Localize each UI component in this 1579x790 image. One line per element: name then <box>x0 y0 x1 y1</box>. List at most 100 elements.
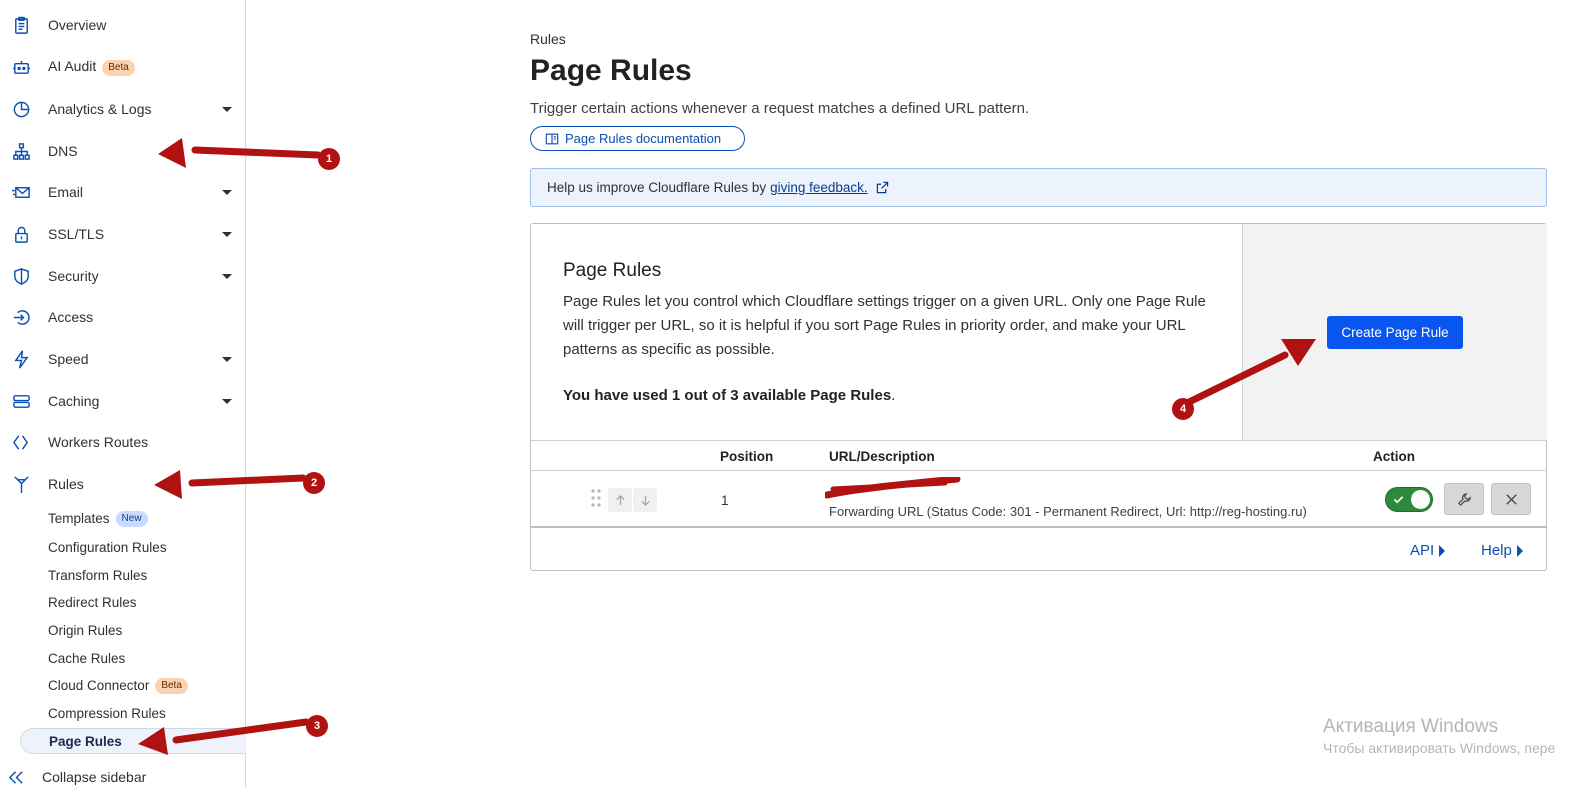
external-link-icon[interactable] <box>876 181 889 194</box>
access-icon <box>11 307 31 327</box>
api-link[interactable]: API <box>1410 542 1446 559</box>
sidebar-subitem-label: Origin Rules <box>48 622 123 638</box>
sidebar-item-label: Access <box>48 309 94 325</box>
sidebar-item-label: Security <box>48 268 99 284</box>
new-badge: New <box>115 511 148 528</box>
api-link-label: API <box>1410 542 1435 559</box>
feedback-link[interactable]: giving feedback. <box>770 180 868 195</box>
sidebar-item-caching[interactable]: Caching <box>0 381 245 421</box>
collapse-sidebar-label: Collapse sidebar <box>42 769 147 785</box>
sidebar-item-speed[interactable]: Speed <box>0 339 245 379</box>
sidebar-item-workers-routes[interactable]: Workers Routes <box>0 422 245 462</box>
network-icon <box>11 141 31 161</box>
lock-icon <box>11 224 31 244</box>
rule-description: Forwarding URL (Status Code: 301 - Perma… <box>829 504 1307 519</box>
sidebar-subitem-page-rules[interactable]: Page Rules <box>20 728 246 754</box>
sidebar-subitem-label: Redirect Rules <box>48 594 137 610</box>
sidebar-item-ai-audit[interactable]: AI Audit Beta <box>0 47 245 87</box>
chevron-down-icon[interactable] <box>222 148 232 154</box>
workers-icon <box>11 432 31 452</box>
delete-rule-button[interactable] <box>1491 483 1531 515</box>
sidebar-item-security[interactable]: Security <box>0 256 245 296</box>
card-title: Page Rules <box>563 260 662 281</box>
collapse-sidebar-button[interactable]: Collapse sidebar <box>0 764 245 790</box>
toggle-knob <box>1411 490 1430 509</box>
caret-right-icon <box>1516 544 1523 557</box>
column-header-action: Action <box>1373 449 1415 464</box>
sidebar-item-email[interactable]: Email <box>0 172 245 212</box>
sidebar-item-access[interactable]: Access <box>0 297 245 337</box>
usage-text: You have used 1 out of 3 available Page … <box>563 387 895 404</box>
sidebar-item-label: Overview <box>48 17 107 33</box>
sidebar-item-label: Caching <box>48 393 100 409</box>
shield-icon <box>11 266 31 286</box>
help-link[interactable]: Help <box>1481 542 1523 559</box>
windows-activation-text: Чтобы активировать Windows, пере <box>1323 740 1556 756</box>
sidebar-subitem-configuration-rules[interactable]: Configuration Rules <box>0 534 245 560</box>
page-rules-card: Page Rules Page Rules let you control wh… <box>530 223 1547 571</box>
create-page-rule-button[interactable]: Create Page Rule <box>1327 316 1463 349</box>
sidebar-subitem-compression-rules[interactable]: Compression Rules <box>0 700 245 726</box>
drag-handle-icon[interactable] <box>591 488 601 508</box>
sidebar-item-rules[interactable]: Rules <box>0 464 245 504</box>
sidebar-subitem-cloud-connector[interactable]: Cloud Connector Beta <box>0 673 245 699</box>
wrench-icon <box>1457 492 1471 506</box>
double-chevron-left-icon <box>6 767 26 787</box>
sidebar-item-label: SSL/TLS <box>48 226 105 242</box>
sidebar-item-dns[interactable]: DNS <box>0 131 245 171</box>
chevron-down-icon[interactable] <box>222 189 232 195</box>
doc-button-label: Page Rules documentation <box>565 131 722 146</box>
sidebar-item-label: Workers Routes <box>48 434 149 450</box>
edit-rule-button[interactable] <box>1444 483 1484 515</box>
sidebar-subitem-templates[interactable]: Templates New <box>0 506 245 532</box>
storage-icon <box>11 391 31 411</box>
sidebar-subitem-cache-rules[interactable]: Cache Rules <box>0 645 245 671</box>
sidebar-subitem-label: Page Rules <box>49 733 122 749</box>
sidebar-item-label: DNS <box>48 143 78 159</box>
arrow-down-icon <box>640 495 650 506</box>
chevron-down-icon[interactable] <box>222 231 232 237</box>
sidebar-item-label: AI Audit <box>48 58 97 75</box>
sidebar-subitem-origin-rules[interactable]: Origin Rules <box>0 617 245 643</box>
sidebar-item-ssl-tls[interactable]: SSL/TLS <box>0 214 245 254</box>
chevron-down-icon[interactable] <box>222 106 232 112</box>
sidebar-subitem-label: Cache Rules <box>48 650 126 666</box>
windows-activation-title: Активация Windows <box>1323 716 1499 737</box>
check-icon <box>1393 496 1404 504</box>
redaction-mark <box>825 477 961 499</box>
feedback-text: Help us improve Cloudflare Rules by <box>547 180 767 195</box>
sidebar-item-label: Analytics & Logs <box>48 101 152 117</box>
sidebar-subitem-transform-rules[interactable]: Transform Rules <box>0 562 245 588</box>
sidebar-item-label: Email <box>48 184 84 200</box>
beta-badge: Beta <box>102 59 135 76</box>
position-value: 1 <box>721 493 729 508</box>
sidebar-item-analytics[interactable]: Analytics & Logs <box>0 89 245 129</box>
chevron-down-icon[interactable] <box>222 273 232 279</box>
chevron-down-icon[interactable] <box>222 398 232 404</box>
book-icon <box>545 133 559 144</box>
column-header-position: Position <box>720 449 774 464</box>
help-link-label: Help <box>1481 542 1512 559</box>
card-description: Page Rules let you control which Cloudfl… <box>563 293 1206 358</box>
sidebar-item-overview[interactable]: Overview <box>0 5 245 45</box>
rule-enabled-toggle[interactable] <box>1385 487 1433 512</box>
sidebar-subitem-label: Compression Rules <box>48 705 166 721</box>
usage-bold-text: You have used 1 out of 3 available Page … <box>563 387 892 404</box>
chevron-down-icon[interactable] <box>222 356 232 362</box>
move-up-button[interactable] <box>608 488 632 512</box>
beta-badge: Beta <box>155 678 188 695</box>
sidebar-subitem-redirect-rules[interactable]: Redirect Rules <box>0 589 245 615</box>
feedback-banner: Help us improve Cloudflare Rules by givi… <box>530 168 1547 207</box>
table-header: Position URL/Description Action <box>531 440 1547 471</box>
move-down-button[interactable] <box>633 488 657 512</box>
sidebar-item-label: Speed <box>48 351 89 367</box>
breadcrumb[interactable]: Rules <box>530 31 566 47</box>
annotation-badge: 2 <box>303 472 325 494</box>
pie-chart-icon <box>11 99 31 119</box>
page-rules-documentation-button[interactable]: Page Rules documentation <box>530 126 745 151</box>
robot-icon <box>11 57 31 77</box>
sidebar-item-label: Rules <box>48 476 84 492</box>
sidebar-subitem-label: Transform Rules <box>48 567 148 583</box>
lightning-icon <box>11 349 31 369</box>
main-content: Rules Page Rules Trigger certain actions… <box>246 0 1579 788</box>
